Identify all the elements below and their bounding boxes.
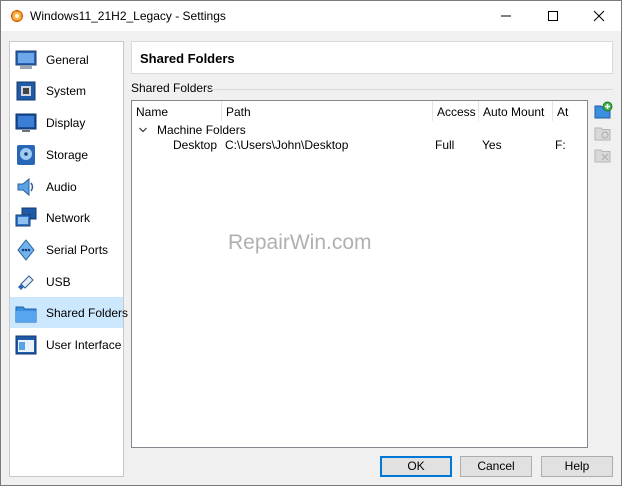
maximize-icon	[548, 11, 558, 21]
sidebar-item-general[interactable]: General	[10, 44, 123, 75]
sidebar-item-label: Serial Ports	[46, 243, 109, 257]
sidebar-item-usb[interactable]: USB	[10, 266, 123, 297]
minimize-button[interactable]	[483, 1, 529, 31]
maximize-button[interactable]	[530, 1, 576, 31]
cell-access: Full	[435, 138, 455, 152]
settings-sidebar: General System Display Storage Audio Net…	[9, 41, 128, 477]
column-header-name[interactable]: Name	[132, 101, 222, 121]
add-shared-folder-icon[interactable]	[593, 101, 613, 121]
system-icon	[16, 81, 36, 101]
table-row[interactable]: Desktop C:\Users\John\Desktop Full Yes F…	[132, 137, 587, 153]
help-button[interactable]: Help	[541, 456, 613, 477]
sidebar-item-label: Shared Folders	[46, 306, 129, 320]
column-header-access[interactable]: Access	[433, 101, 479, 121]
usb-icon	[18, 275, 34, 290]
cell-auto-mount: Yes	[482, 138, 502, 152]
network-icon	[15, 207, 37, 227]
column-header-auto-mount[interactable]: Auto Mount	[479, 101, 553, 121]
watermark-text: RepairWin.com	[228, 231, 372, 254]
storage-icon	[17, 145, 35, 165]
column-header-at[interactable]: At	[553, 101, 587, 121]
sidebar-item-label: Storage	[46, 148, 89, 162]
cell-name: Desktop	[173, 138, 218, 152]
section-divider	[206, 89, 613, 90]
cell-path: C:\Users\John\Desktop	[225, 138, 349, 152]
serial-ports-icon	[17, 239, 35, 261]
edit-shared-folder-icon[interactable]	[593, 123, 613, 143]
group-label: Machine Folders	[157, 123, 246, 137]
sidebar-item-label: Display	[46, 116, 86, 130]
sidebar-item-label: Audio	[46, 180, 77, 194]
sidebar-item-network[interactable]: Network	[10, 202, 123, 233]
cell-at: F:	[555, 138, 566, 152]
page-title: Shared Folders	[140, 51, 235, 66]
sidebar-item-label: User Interface	[46, 338, 122, 352]
close-icon	[593, 10, 605, 22]
sidebar-item-display[interactable]: Display	[10, 107, 123, 138]
shared-folders-icon	[15, 306, 37, 323]
settings-window: Windows11_21H2_Legacy - Settings General	[0, 0, 622, 486]
sidebar-item-system[interactable]: System	[10, 75, 123, 106]
column-header-path[interactable]: Path	[222, 101, 433, 121]
sidebar-item-label: System	[46, 84, 87, 98]
display-icon	[15, 113, 37, 132]
sidebar-item-user-interface[interactable]: User Interface	[10, 329, 123, 360]
sidebar-item-storage[interactable]: Storage	[10, 139, 123, 170]
general-icon	[15, 50, 37, 69]
group-row-machine-folders[interactable]: Machine Folders	[132, 122, 587, 138]
sidebar-item-label: General	[46, 53, 89, 67]
sidebar-item-shared-folders[interactable]: Shared Folders	[10, 297, 128, 328]
remove-shared-folder-icon[interactable]	[593, 145, 613, 165]
sidebar-item-label: USB	[46, 275, 71, 289]
shared-folders-table[interactable]: Name Path Access Auto Mount At Machine F…	[131, 100, 588, 448]
section-label: Shared Folders	[131, 81, 214, 95]
virtualbox-app-icon	[10, 9, 24, 23]
page-header: Shared Folders	[131, 41, 613, 74]
minimize-icon	[501, 15, 511, 17]
ok-button[interactable]: OK	[380, 456, 452, 477]
window-title: Windows11_21H2_Legacy - Settings	[30, 9, 226, 23]
chevron-down-icon[interactable]	[138, 125, 148, 135]
sidebar-item-label: Network	[46, 211, 91, 225]
cancel-button[interactable]: Cancel	[460, 456, 532, 477]
table-header: Name Path Access Auto Mount At	[132, 101, 587, 121]
sidebar-item-audio[interactable]: Audio	[10, 171, 123, 202]
audio-icon	[17, 177, 34, 197]
sidebar-item-serial-ports[interactable]: Serial Ports	[10, 234, 123, 265]
user-interface-icon	[15, 335, 37, 355]
title-bar[interactable]: Windows11_21H2_Legacy - Settings	[1, 1, 621, 31]
close-button[interactable]	[576, 1, 622, 31]
